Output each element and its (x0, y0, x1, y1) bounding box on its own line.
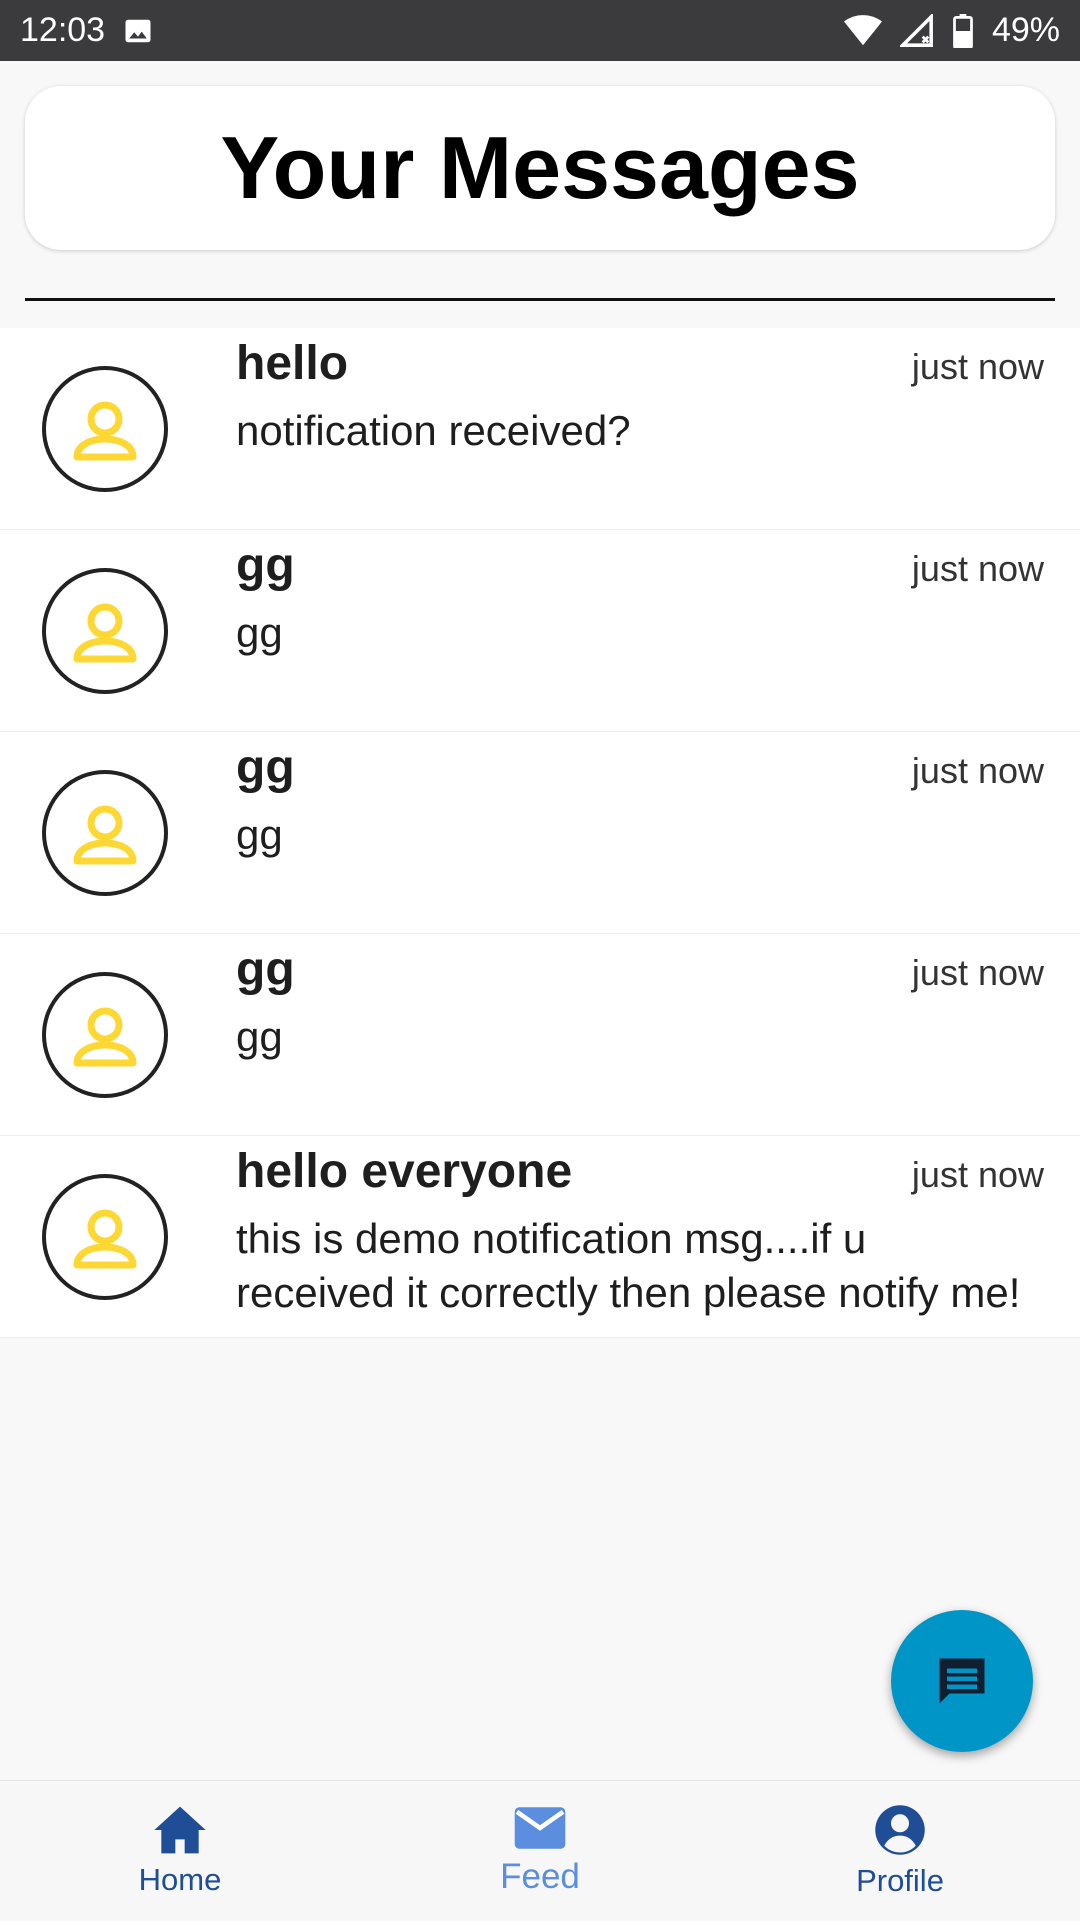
message-row[interactable]: gg just now gg (0, 530, 1080, 732)
message-row[interactable]: gg just now gg (0, 934, 1080, 1136)
account-circle-icon (875, 1804, 925, 1855)
nav-label-home: Home (138, 1861, 222, 1897)
nav-label-profile: Profile (856, 1862, 944, 1898)
bottom-nav: Home Feed Profile (0, 1780, 1080, 1920)
signal-icon (899, 13, 934, 48)
message-time: just now (911, 346, 1044, 387)
avatar (42, 1174, 168, 1300)
new-message-fab[interactable] (891, 1610, 1033, 1752)
message-title: gg (236, 741, 295, 794)
nav-item-feed[interactable]: Feed (410, 1781, 670, 1921)
battery-icon (952, 13, 974, 48)
avatar (42, 770, 168, 896)
message-row[interactable]: hello just now notification received? (0, 328, 1080, 530)
person-icon (73, 603, 137, 663)
image-icon (123, 16, 153, 46)
nav-item-home[interactable]: Home (50, 1781, 310, 1921)
message-body: gg (236, 1013, 283, 1060)
message-time: just now (911, 952, 1044, 993)
message-body: this is demo notification msg....if u re… (236, 1215, 1021, 1316)
avatar (42, 366, 168, 492)
message-row[interactable]: gg just now gg (0, 732, 1080, 934)
message-title: gg (236, 539, 295, 592)
status-right: 49% (843, 11, 1060, 50)
chat-icon (939, 1658, 985, 1704)
page-title: Your Messages (220, 118, 860, 217)
header-divider (25, 298, 1055, 301)
header-card: Your Messages (25, 86, 1055, 250)
message-body: notification received? (236, 407, 631, 454)
status-bar: 12:03 49% (0, 0, 1080, 61)
message-row[interactable]: hello everyone just now this is demo not… (0, 1136, 1080, 1338)
battery-percent: 49% (991, 11, 1060, 49)
nav-item-profile[interactable]: Profile (770, 1781, 1030, 1921)
message-list[interactable]: hello just now notification received? gg… (0, 328, 1080, 1338)
person-icon (73, 1007, 137, 1067)
person-icon (73, 401, 137, 461)
message-title: hello everyone (236, 1145, 573, 1198)
message-body: gg (236, 609, 283, 656)
person-icon (73, 1209, 137, 1269)
person-icon (73, 805, 137, 865)
message-title: hello (236, 337, 349, 390)
status-left: 12:03 (20, 11, 153, 50)
message-time: just now (911, 548, 1044, 589)
avatar (42, 972, 168, 1098)
nav-label-feed: Feed (500, 1856, 580, 1896)
avatar (42, 568, 168, 694)
message-body: gg (236, 811, 283, 858)
message-time: just now (911, 1154, 1044, 1195)
home-icon (154, 1806, 206, 1853)
message-time: just now (911, 750, 1044, 791)
status-time: 12:03 (20, 11, 106, 49)
mail-icon (514, 1806, 566, 1849)
message-title: gg (236, 943, 295, 996)
wifi-icon (843, 14, 882, 48)
